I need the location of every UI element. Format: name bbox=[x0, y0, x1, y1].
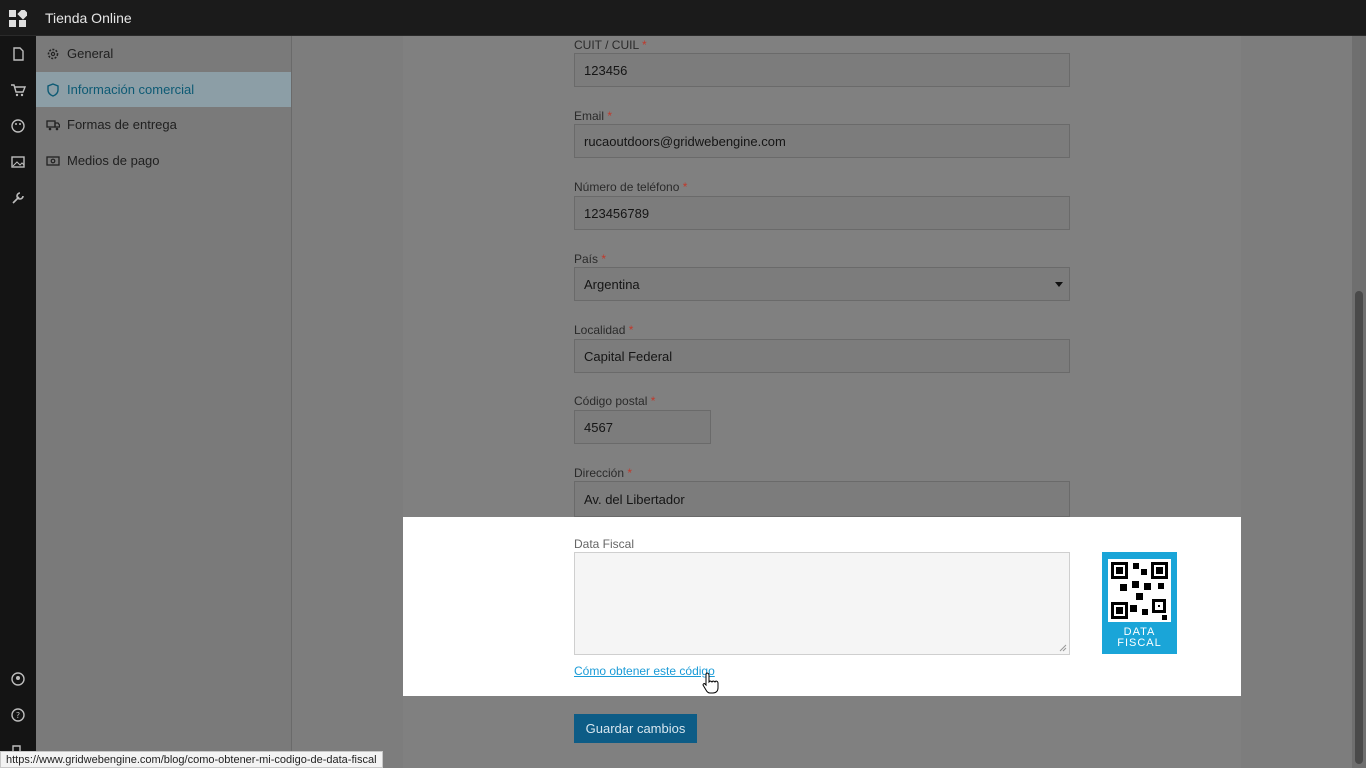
page-icon[interactable] bbox=[10, 46, 26, 62]
help-icon[interactable]: ? bbox=[10, 707, 26, 723]
user-icon[interactable] bbox=[10, 671, 26, 687]
image-icon[interactable] bbox=[10, 154, 26, 170]
icon-rail: ? bbox=[0, 10, 36, 768]
sidebar-item-general[interactable]: General bbox=[36, 36, 291, 71]
resize-handle-icon[interactable] bbox=[1059, 644, 1067, 652]
badge-line-2: FISCAL bbox=[1117, 637, 1162, 649]
country-select[interactable]: Argentina bbox=[574, 267, 1070, 301]
sidebar-item-formas-de-entrega[interactable]: Formas de entrega bbox=[36, 107, 291, 142]
badge-line-1: DATA bbox=[1123, 626, 1156, 638]
zip-label: Código postal * bbox=[574, 394, 656, 408]
truck-icon bbox=[46, 119, 60, 130]
sidebar-item-informacion-comercial[interactable]: Información comercial bbox=[36, 72, 291, 107]
sidebar-item-label: General bbox=[67, 46, 114, 61]
tools-icon[interactable] bbox=[10, 190, 26, 206]
phone-field[interactable]: 123456789 bbox=[574, 196, 1070, 230]
hand-cursor-icon bbox=[702, 672, 719, 694]
palette-icon[interactable] bbox=[10, 118, 26, 134]
save-button[interactable]: Guardar cambios bbox=[574, 714, 697, 743]
sidebar-item-medios-de-pago[interactable]: Medios de pago bbox=[36, 143, 291, 178]
country-label: País * bbox=[574, 252, 607, 266]
data-fiscal-badge[interactable]: DATA FISCAL bbox=[1102, 552, 1177, 654]
cuit-field[interactable]: 123456 bbox=[574, 53, 1070, 87]
chevron-down-icon bbox=[1055, 282, 1063, 287]
phone-label: Número de teléfono * bbox=[574, 180, 688, 194]
email-label: Email * bbox=[574, 109, 613, 123]
top-bar: Tienda Online bbox=[0, 0, 1366, 36]
link-status-bar: https://www.gridwebengine.com/blog/como-… bbox=[0, 751, 383, 768]
sidebar-item-label: Información comercial bbox=[67, 82, 195, 97]
svg-text:?: ? bbox=[16, 711, 20, 720]
zip-field[interactable]: 4567 bbox=[574, 410, 711, 444]
email-field[interactable]: rucaoutdoors@gridwebengine.com bbox=[574, 124, 1070, 158]
sidebar-item-label: Formas de entrega bbox=[67, 117, 177, 132]
scrollbar-thumb[interactable] bbox=[1355, 291, 1363, 764]
app-title: Tienda Online bbox=[45, 10, 132, 26]
shield-icon bbox=[47, 82, 59, 97]
data-fiscal-label: Data Fiscal bbox=[574, 537, 635, 551]
city-field[interactable]: Capital Federal bbox=[574, 339, 1070, 373]
qr-code-icon bbox=[1108, 559, 1171, 622]
cuit-label: CUIT / CUIL * bbox=[574, 38, 647, 52]
city-label: Localidad * bbox=[574, 323, 634, 337]
money-icon bbox=[46, 155, 60, 166]
apps-grid-icon[interactable] bbox=[9, 10, 27, 28]
gear-icon bbox=[47, 48, 59, 59]
data-fiscal-textarea[interactable] bbox=[574, 552, 1070, 655]
how-to-get-code-link[interactable]: Cómo obtener este código bbox=[574, 664, 715, 678]
cart-icon[interactable] bbox=[10, 82, 26, 98]
sidebar: General Información comercial Formas de … bbox=[36, 36, 292, 768]
address-field[interactable]: Av. del Libertador bbox=[574, 481, 1070, 517]
sidebar-item-label: Medios de pago bbox=[67, 153, 160, 168]
address-label: Dirección * bbox=[574, 466, 633, 480]
page-scrollbar[interactable] bbox=[1352, 36, 1366, 768]
